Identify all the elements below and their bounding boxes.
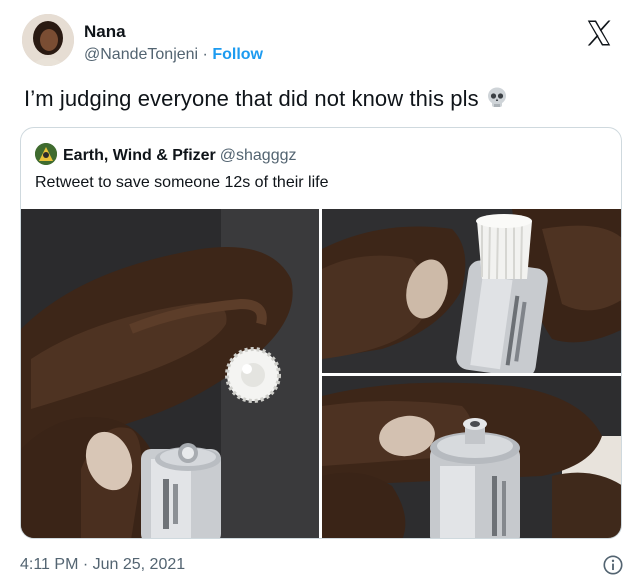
quoted-header: Earth, Wind & Pfizer @shagggz [35, 143, 297, 165]
avatar-image [22, 14, 74, 66]
quoted-text: Retweet to save someone 12s of their lif… [35, 174, 329, 191]
separator-dot: · [202, 46, 208, 63]
quoted-avatar [35, 143, 57, 165]
tweet-text-content: I’m judging everyone that did not know t… [24, 86, 479, 111]
quoted-author-name: Earth, Wind & Pfizer [63, 147, 216, 164]
photo-tube-pierced-opening[interactable] [322, 376, 621, 538]
author-handle-line: @NandeTonjeni · Follow [84, 46, 263, 64]
info-icon[interactable] [602, 554, 624, 576]
photo-image [322, 376, 621, 538]
tweet-card: Nana @NandeTonjeni · Follow I’m judging … [0, 0, 640, 588]
author-name[interactable]: Nana [84, 22, 126, 42]
tweet-header: Nana @NandeTonjeni · Follow [22, 12, 622, 74]
photo-image [322, 209, 621, 373]
quoted-avatar-image [35, 143, 57, 165]
photo-image [21, 209, 319, 538]
x-logo-icon[interactable] [584, 18, 614, 48]
author-handle[interactable]: @NandeTonjeni [84, 46, 198, 63]
quoted-author-handle: @shagggz [219, 147, 297, 164]
media-grid [21, 209, 621, 538]
skull-icon [487, 87, 506, 107]
tweet-timestamp[interactable]: 4:11 PM · Jun 25, 2021 [20, 556, 185, 574]
quoted-tweet[interactable]: Earth, Wind & Pfizer @shagggz Retweet to … [20, 127, 622, 539]
photo-hand-holding-cap-and-tube[interactable] [21, 209, 319, 538]
avatar[interactable] [22, 14, 74, 66]
photo-cap-on-tube[interactable] [322, 209, 621, 373]
follow-button[interactable]: Follow [212, 46, 263, 63]
tweet-text: I’m judging everyone that did not know t… [24, 86, 509, 112]
